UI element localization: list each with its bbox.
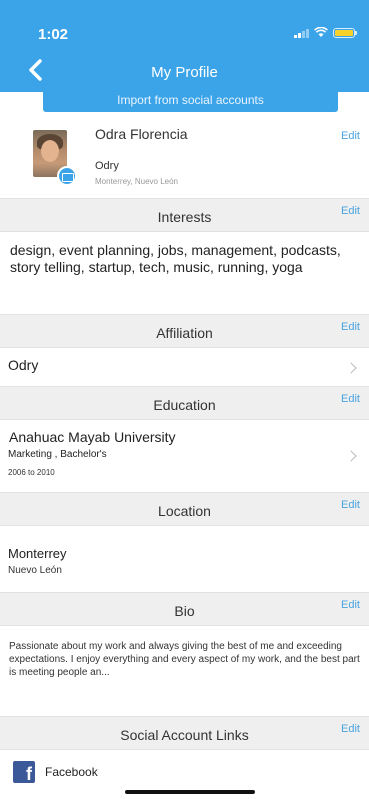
signal-icon [294, 28, 309, 38]
affiliation-row[interactable]: Odry [0, 348, 369, 386]
bio-edit-button[interactable]: Edit [341, 599, 360, 611]
page-title: My Profile [151, 64, 218, 81]
battery-icon [333, 27, 357, 38]
bio-text: Passionate about my work and always givi… [9, 641, 360, 678]
interests-row: design, event planning, jobs, management… [0, 232, 369, 314]
affiliation-edit-button[interactable]: Edit [341, 321, 360, 333]
education-degree: Marketing , Bachelor's [8, 449, 107, 460]
profile-username: Odry [95, 160, 119, 172]
education-section-header: Education Edit [0, 386, 369, 420]
bio-row: Passionate about my work and always givi… [0, 626, 369, 716]
section-title-location: Location [158, 503, 211, 519]
location-section-header: Location Edit [0, 492, 369, 526]
wifi-icon [314, 27, 328, 37]
social-edit-button[interactable]: Edit [341, 723, 360, 735]
education-school: Anahuac Mayab University [9, 429, 176, 445]
interests-text: design, event planning, jobs, management… [10, 242, 341, 275]
facebook-label: Facebook [45, 765, 98, 779]
import-social-button[interactable]: Import from social accounts [43, 92, 338, 112]
home-indicator[interactable] [125, 790, 255, 794]
section-title-social: Social Account Links [120, 727, 249, 743]
status-time: 1:02 [38, 26, 69, 43]
profile-card: Odra Florencia Odry Monterrey, Nuevo Leó… [0, 112, 369, 198]
education-edit-button[interactable]: Edit [341, 393, 360, 405]
camera-icon[interactable] [57, 166, 77, 186]
location-row: Monterrey Nuevo León [0, 526, 369, 592]
location-state: Nuevo León [8, 565, 62, 576]
profile-name: Odra Florencia [95, 126, 188, 142]
profile-edit-button[interactable]: Edit [341, 130, 360, 142]
section-title-bio: Bio [174, 603, 195, 619]
section-title-affiliation: Affiliation [156, 325, 213, 341]
education-row[interactable]: Anahuac Mayab University Marketing , Bac… [0, 420, 369, 492]
header: 1:02 My Profile Import from social accou… [0, 0, 369, 112]
chevron-right-icon [345, 362, 357, 374]
social-section-header: Social Account Links Edit [0, 716, 369, 750]
facebook-icon: f [13, 761, 35, 784]
affiliation-section-header: Affiliation Edit [0, 314, 369, 348]
section-title-education: Education [153, 397, 216, 413]
profile-location: Monterrey, Nuevo León [95, 177, 179, 186]
header-bar: 1:02 My Profile [0, 0, 369, 92]
interests-edit-button[interactable]: Edit [341, 205, 360, 217]
chevron-right-icon [345, 450, 357, 462]
affiliation-value: Odry [8, 357, 39, 373]
location-city: Monterrey [8, 546, 67, 561]
bio-section-header: Bio Edit [0, 592, 369, 626]
interests-section-header: Interests Edit [0, 198, 369, 232]
section-title-interests: Interests [157, 209, 212, 225]
education-years: 2006 to 2010 [8, 468, 55, 477]
status-icons [294, 27, 357, 38]
location-edit-button[interactable]: Edit [341, 499, 360, 511]
